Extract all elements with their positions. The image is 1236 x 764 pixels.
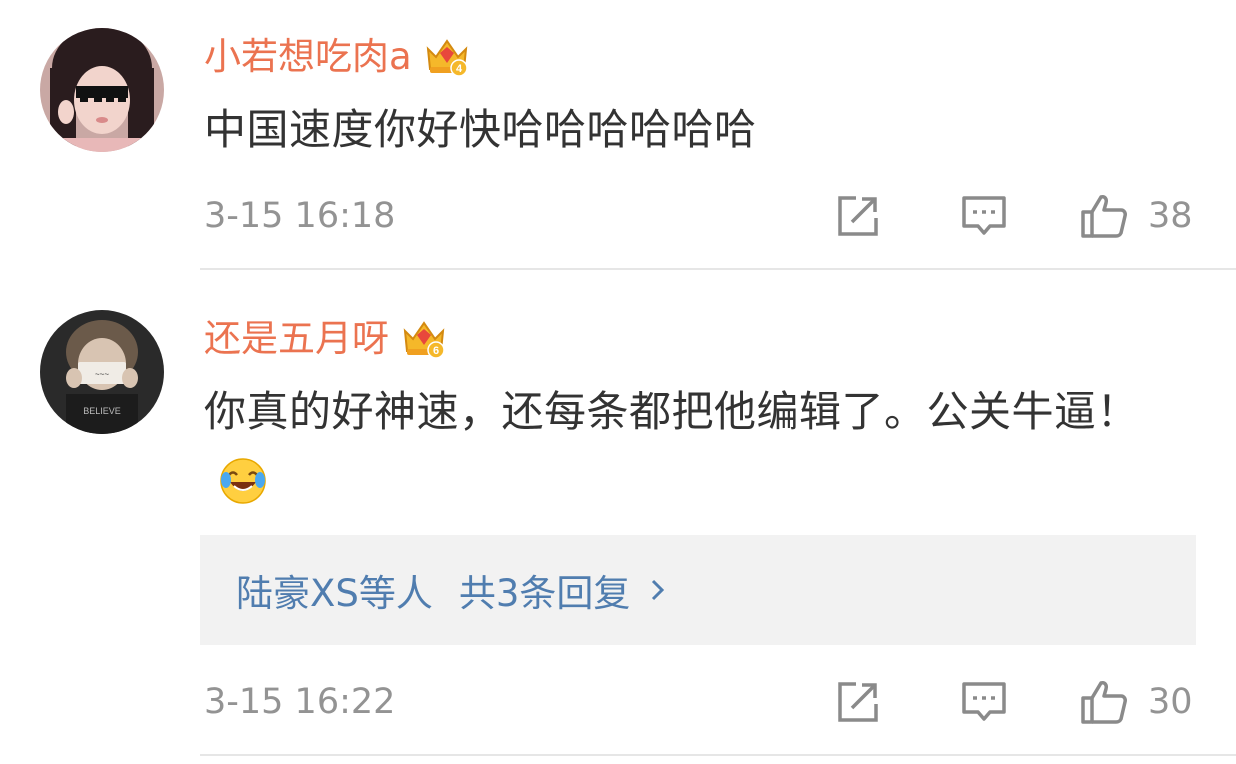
comment-text: 中国速度你好快哈哈哈哈哈哈	[204, 105, 757, 154]
reply-names[interactable]: 陆豪XS等人	[236, 563, 433, 617]
timestamp: 3-15 16:22	[204, 682, 396, 722]
svg-text:~~~: ~~~	[95, 370, 109, 379]
chevron-right-icon	[652, 579, 665, 601]
comment-text: 你真的好神速，还每条都把他编辑了。公关牛逼！	[204, 376, 1196, 520]
laugh-cry-emoji-icon	[220, 458, 266, 504]
comment-icon[interactable]	[960, 193, 1008, 239]
comment-icon[interactable]	[960, 679, 1008, 725]
divider	[200, 754, 1236, 756]
reply-count-link[interactable]: 共3条回复	[459, 563, 631, 617]
username[interactable]: 小若想吃肉a	[204, 32, 412, 82]
comment-text-content: 你真的好神速，还每条都把他编辑了。公关牛逼！	[204, 387, 1140, 436]
timestamp: 3-15 16:18	[204, 196, 396, 236]
thumbs-up-icon[interactable]	[1080, 679, 1128, 725]
comment-meta: 3-15 16:18 38	[204, 186, 1196, 246]
like-count: 30	[1148, 682, 1193, 722]
avatar-girl-sunglasses-icon	[40, 28, 164, 152]
repost-icon[interactable]	[834, 193, 882, 239]
vip-crown-badge-icon: 6	[403, 321, 445, 359]
user-avatar[interactable]	[40, 28, 164, 152]
user-avatar[interactable]: ~~~ BELIEVE	[40, 310, 164, 434]
comment-meta: 3-15 16:22 30	[204, 672, 1196, 732]
vip-crown-badge-icon: 4	[426, 39, 468, 77]
username[interactable]: 还是五月呀	[204, 314, 389, 364]
thumbs-up-icon[interactable]	[1080, 193, 1128, 239]
comment-item: ~~~ BELIEVE 还是五月呀 6 你真的好神速，还每条都把他编辑了。公关牛…	[0, 270, 1236, 764]
avatar-boy-holding-card-icon: ~~~ BELIEVE	[40, 310, 164, 434]
username-row: 小若想吃肉a 4	[204, 32, 470, 82]
vip-level: 4	[456, 63, 463, 75]
username-row: 还是五月呀 6	[204, 314, 447, 364]
comment-item: 小若想吃肉a 4 中国速度你好快哈哈哈哈哈哈 3-15 16:18 38	[0, 0, 1236, 270]
vip-level: 6	[433, 345, 439, 357]
repost-icon[interactable]	[834, 679, 882, 725]
like-count: 38	[1148, 196, 1193, 236]
svg-text:BELIEVE: BELIEVE	[83, 406, 121, 416]
reply-summary[interactable]: 陆豪XS等人 共3条回复	[200, 535, 1196, 645]
